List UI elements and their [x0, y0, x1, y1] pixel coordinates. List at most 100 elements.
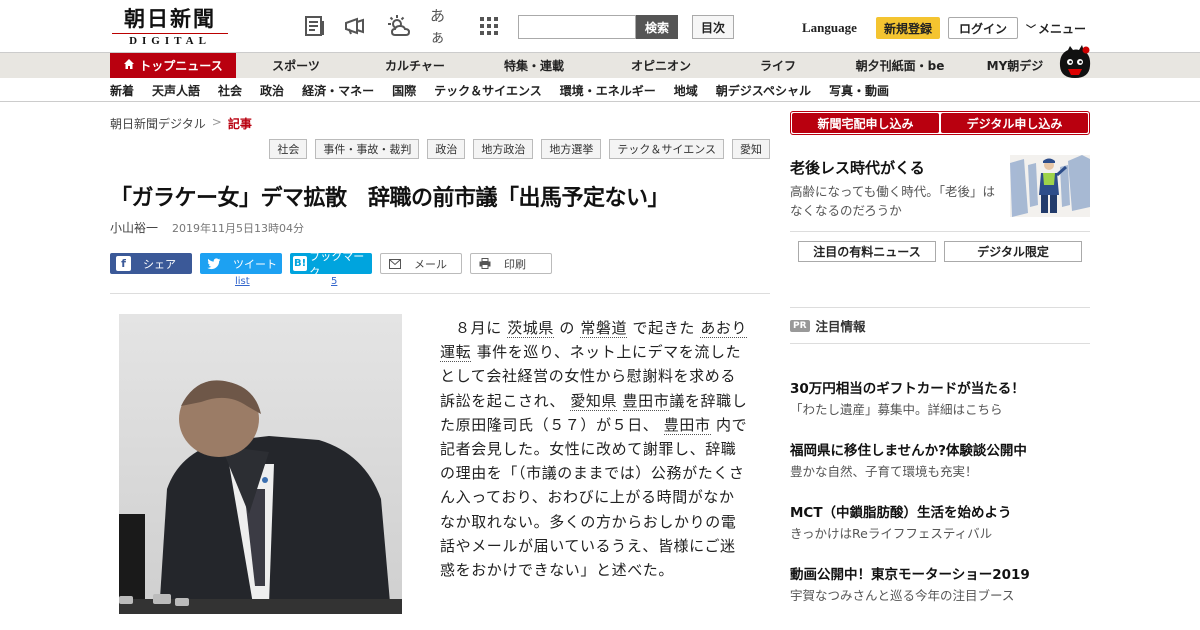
pr-item-subtitle: 宇賀なつみさんと巡る今年の注目ブース [790, 588, 1015, 603]
tag-society[interactable]: 社会 [269, 139, 308, 159]
article-divider [110, 293, 770, 294]
twitter-count-link[interactable]: list [235, 276, 250, 287]
article-body: ８月に 茨城県 の 常磐道 で起きた あおり運転 事件を巡り、ネット上にデマを流… [440, 316, 750, 582]
login-button[interactable]: ログイン [948, 17, 1018, 39]
subnav-item-economy[interactable]: 経済・マネー [302, 82, 374, 99]
article-photo[interactable] [119, 314, 402, 614]
hatena-bookmark-label: ブックマーク [309, 249, 365, 279]
language-link[interactable]: Language [802, 20, 857, 36]
pr-item[interactable]: MCT（中鎖脂肪酸）生活を始めよう きっかけはReライフフェスティバル [790, 504, 1090, 542]
breadcrumb-separator: > [211, 115, 222, 129]
subnav-item-new[interactable]: 新着 [110, 82, 134, 99]
twitter-share-button[interactable]: ツイート [200, 253, 282, 274]
mail-share-button[interactable]: メール [380, 253, 462, 274]
subnav-item-region[interactable]: 地域 [674, 82, 698, 99]
keyword-link-toyota-city-2[interactable]: 豊田市 [663, 415, 711, 435]
body-text-1: ８月に [455, 319, 502, 337]
search-button[interactable]: 検索 [636, 15, 678, 39]
digital-subscribe-button[interactable]: デジタル申し込み [941, 113, 1088, 133]
nav-item-culture[interactable]: カルチャー [356, 53, 474, 78]
site-header: 朝日新聞 DIGITAL あぁ 検索 目次 Language 新規登録 ログイン… [0, 0, 1200, 52]
pr-label: 注目情報 [815, 319, 866, 334]
nav-item-label: トップニュース [139, 59, 223, 73]
toc-button[interactable]: 目次 [692, 15, 734, 39]
sidebar-divider [790, 307, 1090, 308]
home-icon [123, 58, 135, 73]
logo-sub-text: DIGITAL [112, 33, 228, 47]
subnav-item-environment[interactable]: 環境・エネルギー [560, 82, 656, 99]
subnav-item-photo-video[interactable]: 写真・動画 [829, 82, 889, 99]
facebook-share-button[interactable]: f シェア [110, 253, 192, 274]
subnav-item-tenseijingo[interactable]: 天声人語 [152, 82, 200, 99]
keyword-link-joban[interactable]: 常磐道 [580, 319, 628, 338]
search-input[interactable] [518, 15, 636, 39]
publish-date: 2019年11月5日13時04分 [172, 222, 304, 235]
nav-item-life[interactable]: ライフ [728, 53, 828, 78]
chevron-down-icon: ﹀ [1026, 25, 1036, 36]
pr-item-title: 30万円相当のギフトカードが当たる！ [790, 381, 1025, 397]
mail-share-label: メール [414, 257, 447, 271]
promo-image[interactable] [1010, 155, 1090, 217]
print-label: 印刷 [504, 257, 526, 271]
printer-icon [477, 256, 492, 271]
subnav-item-international[interactable]: 国際 [392, 82, 416, 99]
grid-menu-icon[interactable] [476, 14, 502, 38]
byline: 小山裕一 2019年11月5日13時04分 [110, 219, 304, 236]
body-text-6: 内で記者会見した。女性に改めて謝罪し、辞職の理由を「（市議のままでは）公務がたく… [440, 415, 748, 580]
sub-nav: 新着 天声人語 社会 政治 経済・マネー 国際 テック＆サイエンス 環境・エネル… [0, 78, 1200, 102]
tag-local-elections[interactable]: 地方選挙 [541, 139, 602, 159]
keyword-link-toyota-city[interactable]: 豊田市 [622, 391, 670, 411]
sidebar-divider [790, 343, 1090, 344]
menu-label: メニュー [1038, 22, 1087, 36]
nav-item-sports[interactable]: スポーツ [236, 53, 356, 78]
sidebar-divider [790, 231, 1090, 232]
main-nav: トップニュース スポーツ カルチャー 特集・連載 オピニオン ライフ 朝夕刊紙面… [0, 52, 1200, 78]
article-title: 「ガラケー女」デマ拡散 辞職の前市議「出馬予定ない」 [110, 185, 670, 211]
mascot-icon[interactable] [1056, 44, 1094, 80]
megaphone-icon[interactable] [342, 14, 368, 38]
hatena-count-link[interactable]: 5 [331, 276, 337, 287]
twitter-share-label: ツイート [233, 257, 277, 271]
breadcrumb-root[interactable]: 朝日新聞デジタル [110, 115, 206, 132]
facebook-icon: f [116, 256, 131, 271]
promo-description[interactable]: 高齢になっても働く時代。「老後」はなくなるのだろうか [790, 182, 1000, 220]
premium-news-button[interactable]: 注目の有料ニュース [798, 241, 936, 262]
author[interactable]: 小山裕一 [110, 219, 158, 236]
body-text-3: で起きた [632, 319, 695, 337]
promo-title[interactable]: 老後レス時代がくる [790, 157, 925, 178]
nav-item-paper[interactable]: 朝夕刊紙面・be [828, 53, 972, 78]
twitter-bird-icon [206, 256, 221, 271]
menu-button[interactable]: ﹀ メニュー [1026, 20, 1086, 37]
newspaper-icon[interactable] [302, 14, 328, 38]
digital-exclusive-button[interactable]: デジタル限定 [944, 241, 1082, 262]
tag-aichi[interactable]: 愛知 [732, 139, 770, 159]
newspaper-subscribe-button[interactable]: 新聞宅配申し込み [792, 113, 939, 133]
subnav-item-tech[interactable]: テック＆サイエンス [434, 82, 542, 99]
nav-item-top-news[interactable]: トップニュース [110, 53, 236, 78]
tag-incidents[interactable]: 事件・事故・裁判 [315, 139, 420, 159]
keyword-link-aichi[interactable]: 愛知県 [570, 391, 618, 411]
site-logo[interactable]: 朝日新聞 DIGITAL [112, 7, 228, 47]
pr-item[interactable]: 福岡県に移住しませんか?体験談公開中 豊かな自然、子育て環境も充実！ [790, 442, 1090, 480]
keyword-link-ibaraki[interactable]: 茨城県 [507, 319, 554, 338]
pr-item-subtitle: 「わたし遺産」募集中。詳細はこちら [790, 402, 1003, 417]
pr-item[interactable]: 動画公開中！東京モーターショー2019 宇賀なつみさんと巡る今年の注目ブース [790, 566, 1090, 604]
nav-item-my-asahi[interactable]: MY朝デジ [972, 53, 1058, 78]
pr-item-subtitle: 豊かな自然、子育て環境も充実！ [790, 464, 978, 479]
tag-local-politics[interactable]: 地方政治 [473, 139, 534, 159]
pr-item[interactable]: 30万円相当のギフトカードが当たる！ 「わたし遺産」募集中。詳細はこちら [790, 380, 1090, 418]
hatena-bookmark-button[interactable]: B! ブックマーク [290, 250, 372, 279]
subnav-item-politics[interactable]: 政治 [260, 82, 284, 99]
pr-badge: PR [790, 319, 810, 332]
font-size-icon[interactable]: あぁ [430, 7, 456, 46]
nav-item-opinion[interactable]: オピニオン [594, 53, 728, 78]
nav-item-features[interactable]: 特集・連載 [474, 53, 594, 78]
subnav-item-society[interactable]: 社会 [218, 82, 242, 99]
subnav-item-special[interactable]: 朝デジスペシャル [716, 82, 811, 99]
tag-politics[interactable]: 政治 [427, 139, 466, 159]
tag-tech[interactable]: テック＆サイエンス [609, 139, 724, 159]
pr-section-header: PR 注目情報 [790, 316, 866, 335]
weather-icon[interactable] [386, 14, 412, 38]
register-button[interactable]: 新規登録 [876, 17, 940, 39]
print-button[interactable]: 印刷 [470, 253, 552, 274]
